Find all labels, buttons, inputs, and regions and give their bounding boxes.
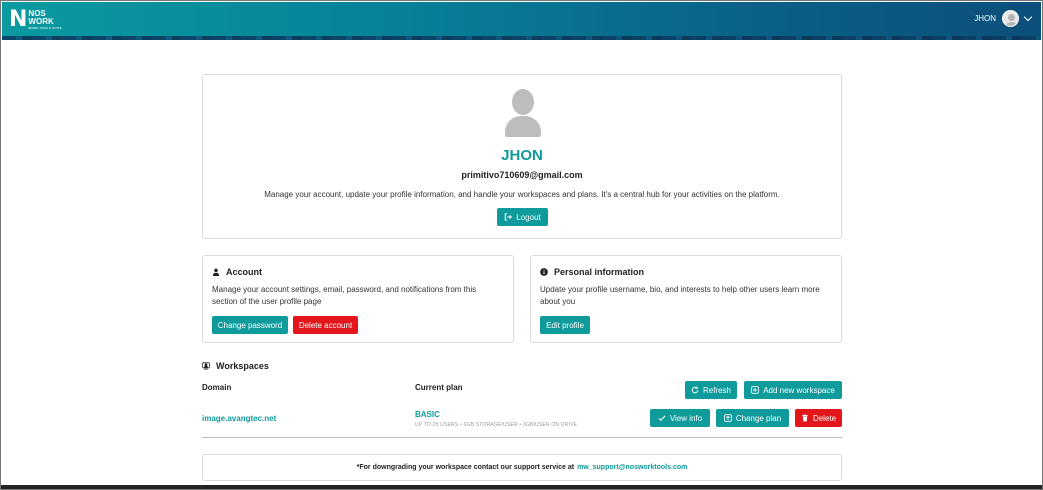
personal-info-description: Update your profile username, bio, and i… [540,285,820,306]
info-circle-icon [540,268,548,276]
add-workspace-button[interactable]: Add new workspace [744,381,842,399]
logo-mark: N [9,7,27,32]
support-note-text: *For downgrading your workspace contact … [356,464,575,471]
profile-name: JHON [501,147,543,164]
support-email-link[interactable]: mw_support@nosworktools.com [577,464,687,471]
delete-workspace-label: Delete [812,413,837,423]
profile-email: primitivo710609@gmail.com [461,170,583,180]
header-pattern-stripe [2,36,1041,40]
account-card: Account Manage your account settings, em… [202,255,514,343]
workspace-domain-link[interactable]: image.avangtec.net [202,414,276,423]
change-plan-label: Change plan [735,413,782,423]
logout-label: Logout [516,212,541,222]
trash-icon [802,414,808,422]
check-icon [658,415,666,421]
add-workspace-label: Add new workspace [763,385,835,395]
plus-square-icon [751,386,760,394]
column-header-domain: Domain [202,383,232,392]
workspace-plan-detail: UP TO 25 USERS • 6GB STORAGE/USER • 3GB/… [415,422,578,428]
logout-icon [504,213,513,221]
logo-tagline: WORK TOOLS SUITE [28,26,62,30]
workspace-icon [202,362,210,370]
personal-info-title: Personal information [540,267,644,277]
workspaces-title-text: Workspaces [216,361,269,371]
workspace-plan-name: BASIC [415,410,440,419]
personal-info-card: Personal information Update your profile… [530,255,842,343]
refresh-button[interactable]: Refresh [685,381,737,399]
support-note-card: *For downgrading your workspace contact … [202,454,842,481]
user-menu[interactable]: JHON [974,10,1033,27]
profile-card: JHON primitivo710609@gmail.com Manage yo… [202,74,842,239]
logo-text: NOS WORK WORK TOOLS SUITE [28,10,62,31]
column-header-plan: Current plan [415,383,463,392]
user-icon [212,268,220,276]
account-title-text: Account [226,267,262,277]
refresh-label: Refresh [702,385,731,395]
nos-work-logo[interactable]: N NOS WORK WORK TOOLS SUITE [9,9,62,31]
delete-account-button[interactable]: Delete account [293,316,358,334]
avatar [1002,10,1019,27]
header-user-name: JHON [974,14,996,23]
bottom-edge-bar [1,485,1042,489]
top-header: N NOS WORK WORK TOOLS SUITE JHON [2,2,1041,40]
change-password-button[interactable]: Change password [212,316,288,334]
workspaces-title: Workspaces [202,361,269,371]
app-window: N NOS WORK WORK TOOLS SUITE JHON JHON pr… [0,0,1043,490]
personal-info-title-text: Personal information [554,267,645,277]
row-divider [202,437,842,438]
profile-description: Manage your account, update your profile… [264,190,780,199]
account-description: Manage your account settings, email, pas… [212,285,477,306]
chevron-down-icon [1023,12,1033,22]
refresh-icon [691,386,699,394]
upgrade-square-icon [724,414,732,422]
view-info-label: View info [669,413,703,423]
change-plan-button[interactable]: Change plan [716,409,789,427]
delete-workspace-button[interactable]: Delete [795,409,842,427]
logo-line-2: WORK [28,17,54,26]
edit-profile-button[interactable]: Edit profile [540,316,590,334]
user-silhouette-icon [505,89,541,137]
account-title: Account [212,267,262,277]
logout-button[interactable]: Logout [497,208,548,226]
view-info-button[interactable]: View info [650,409,710,427]
